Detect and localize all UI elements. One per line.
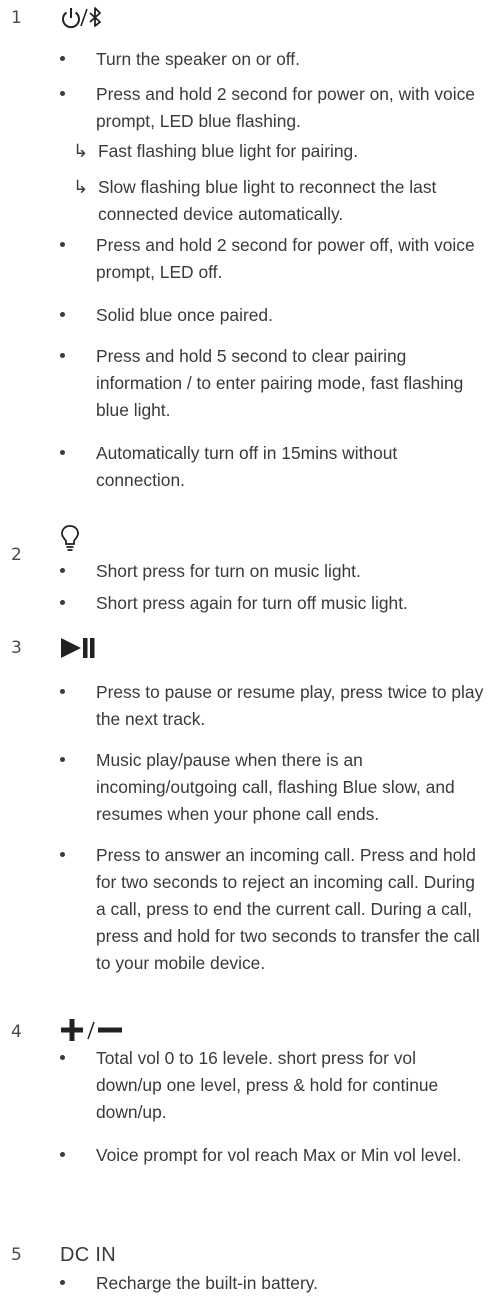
section-heading: DC IN bbox=[60, 1244, 116, 1266]
arrow-icon: ↳ bbox=[73, 141, 89, 161]
arrow-icon: ↳ bbox=[73, 177, 89, 197]
section-number: 5 bbox=[11, 1245, 22, 1265]
bullet-icon bbox=[60, 242, 65, 247]
play-pause-icon bbox=[60, 636, 96, 660]
volume-plus-minus-icon bbox=[60, 1018, 124, 1042]
bullet-icon bbox=[60, 450, 65, 455]
bullet-icon bbox=[60, 56, 65, 61]
light-bulb-icon bbox=[60, 524, 80, 552]
bullet-icon bbox=[60, 353, 65, 358]
bullet-icon bbox=[60, 1055, 65, 1060]
bullet-icon bbox=[60, 1280, 65, 1285]
bullet-icon bbox=[60, 312, 65, 317]
bullet-icon bbox=[60, 689, 65, 694]
bullet-icon bbox=[60, 852, 65, 857]
section-number: 3 bbox=[11, 638, 22, 658]
section-number: 1 bbox=[11, 8, 22, 28]
section-number: 4 bbox=[11, 1022, 22, 1042]
bullet-icon bbox=[60, 757, 65, 762]
bullet-icon bbox=[60, 568, 65, 573]
bullet-icon bbox=[60, 600, 65, 605]
power-bluetooth-icon bbox=[60, 6, 104, 32]
bullet-icon bbox=[60, 1152, 65, 1157]
bullet-icon bbox=[60, 91, 65, 96]
section-number: 2 bbox=[11, 545, 22, 565]
